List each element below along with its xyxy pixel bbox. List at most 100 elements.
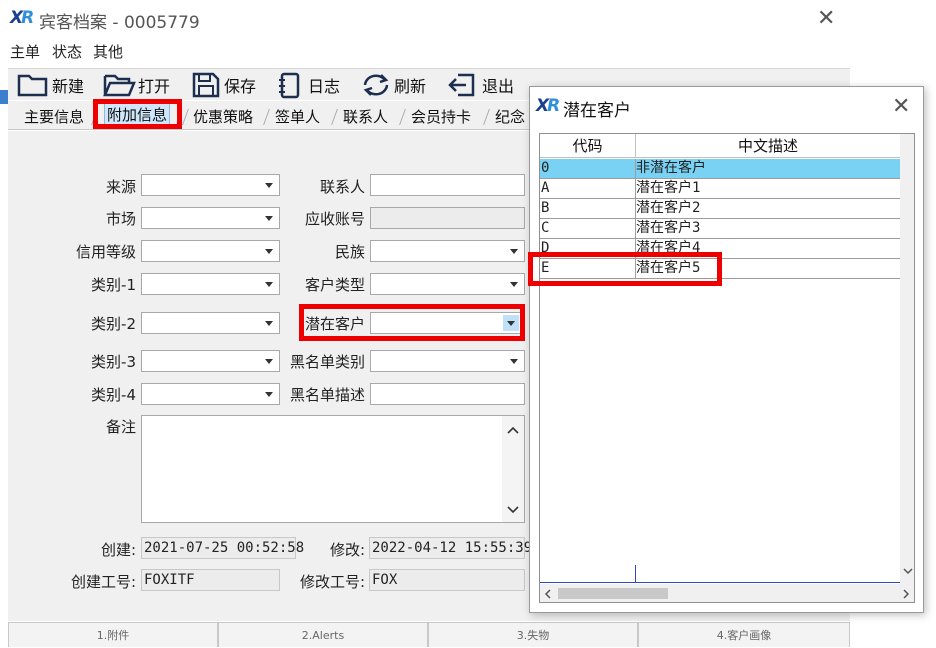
contact-field[interactable] [370, 174, 525, 196]
log-button[interactable]: 日志 [276, 69, 340, 101]
tab-separator [399, 109, 406, 125]
table-row[interactable]: B 潜在客户2 [540, 199, 900, 219]
row-code: D [540, 239, 636, 258]
code-grid: 代码 中文描述 0 非潜在客户 A 潜在客户1 B 潜在客户2 C 潜在客户3 … [539, 133, 915, 603]
customer-type-select[interactable] [370, 273, 525, 295]
chevron-right-icon[interactable] [902, 589, 910, 599]
tab-separator [263, 109, 270, 125]
column-header-code[interactable]: 代码 [540, 134, 636, 158]
grid-vertical-scrollbar[interactable] [900, 134, 914, 584]
category-4-select[interactable] [141, 383, 280, 405]
chevron-down-icon [510, 282, 518, 287]
receivable-account-field[interactable] [370, 207, 525, 229]
category-1-select[interactable] [141, 273, 280, 295]
modified-label: 修改: [329, 541, 365, 559]
tab-additional-info[interactable]: 附加信息 [104, 103, 171, 127]
receivable-account-label: 应收账号 [304, 210, 365, 228]
left-edge-marker [0, 90, 8, 104]
exit-button[interactable]: 退出 [446, 69, 514, 101]
grid-horizontal-scrollbar[interactable] [540, 584, 914, 602]
tab-contacts[interactable]: 联系人 [343, 106, 388, 127]
tab-customer-profile[interactable]: 4.客户画像 [638, 622, 850, 647]
created-label: 创建: [100, 541, 136, 559]
blacklist-type-select[interactable] [370, 350, 525, 372]
tab-member-card[interactable]: 会员持卡 [411, 106, 471, 127]
chevron-down-icon[interactable] [903, 567, 913, 575]
menu-main[interactable]: 主单 [10, 41, 40, 62]
save-label: 保存 [224, 77, 257, 96]
blacklist-desc-field[interactable] [370, 383, 525, 405]
popup-close-icon[interactable]: ✕ [892, 96, 910, 118]
tab-separator [483, 109, 490, 125]
open-button[interactable]: 打开 [102, 69, 170, 101]
bottom-tab-bar: 1.附件 2.Alerts 3.失物 4.客户画像 [8, 622, 850, 647]
tab-alerts[interactable]: 2.Alerts [218, 622, 428, 647]
chevron-left-icon[interactable] [544, 589, 552, 599]
menu-bar: 主单 状态 其他 [0, 38, 850, 64]
grid-footer-divider [635, 565, 636, 583]
column-header-desc[interactable]: 中文描述 [636, 134, 900, 158]
open-label: 打开 [138, 77, 171, 96]
row-code: C [540, 219, 636, 238]
category-2-label: 类别-2 [91, 315, 136, 333]
tab-anniversary[interactable]: 纪念 [495, 106, 525, 127]
tab-attachments[interactable]: 1.附件 [8, 622, 218, 647]
folder-icon [17, 74, 48, 97]
category-1-label: 类别-1 [91, 276, 136, 294]
blacklist-desc-label: 黑名单描述 [289, 386, 365, 404]
credit-level-select[interactable] [141, 240, 280, 262]
chevron-down-icon[interactable] [507, 506, 519, 514]
table-row[interactable]: A 潜在客户1 [540, 179, 900, 199]
ethnicity-select[interactable] [370, 240, 525, 262]
tab-separator [182, 109, 189, 125]
menu-status[interactable]: 状态 [52, 41, 82, 62]
row-code: A [540, 179, 636, 198]
ethnicity-label: 民族 [334, 243, 365, 261]
table-row[interactable]: 0 非潜在客户 [540, 159, 900, 179]
row-code: B [540, 199, 636, 218]
potential-customer-popup: XR 潜在客户 ✕ 代码 中文描述 0 非潜在客户 A 潜在客户1 B 潜在客户… [529, 86, 924, 613]
category-3-select[interactable] [141, 350, 280, 372]
modifier-id-value: FOX [369, 569, 525, 591]
potential-customer-select[interactable] [370, 312, 522, 334]
row-code: E [540, 259, 636, 278]
remark-label: 备注 [105, 418, 136, 436]
contact-label: 联系人 [319, 178, 365, 196]
category-2-select[interactable] [141, 312, 280, 334]
menu-other[interactable]: 其他 [93, 41, 123, 62]
table-row[interactable]: C 潜在客户3 [540, 219, 900, 239]
tab-main-info[interactable]: 主要信息 [24, 106, 84, 127]
remark-textarea[interactable] [141, 415, 525, 523]
popup-title: 潜在客户 [563, 101, 631, 121]
tab-discount-policy[interactable]: 优惠策略 [193, 106, 253, 127]
app-logo-icon: XR [536, 96, 560, 116]
remark-scrollbar[interactable] [502, 416, 524, 522]
blacklist-type-label: 黑名单类别 [289, 353, 365, 371]
refresh-label: 刷新 [394, 77, 427, 96]
scroll-thumb[interactable] [558, 588, 668, 599]
customer-type-label: 客户类型 [304, 276, 365, 294]
created-value: 2021-07-25 00:52:58 [141, 537, 304, 559]
category-3-label: 类别-3 [91, 353, 136, 371]
tab-signer[interactable]: 签单人 [275, 106, 320, 127]
source-label: 来源 [105, 178, 136, 196]
save-button[interactable]: 保存 [190, 69, 256, 101]
potential-customer-label: 潜在客户 [304, 315, 365, 333]
row-code: 0 [540, 159, 636, 178]
source-select[interactable] [141, 174, 280, 196]
save-icon [192, 72, 220, 98]
tab-lost-items[interactable]: 3.失物 [428, 622, 638, 647]
credit-level-label: 信用等级 [75, 243, 136, 261]
table-row[interactable]: E 潜在客户5 [540, 259, 900, 279]
new-button[interactable]: 新建 [16, 69, 84, 101]
chevron-up-icon[interactable] [507, 426, 519, 434]
close-icon[interactable]: ✕ [817, 8, 835, 30]
row-desc: 潜在客户5 [636, 260, 701, 276]
refresh-button[interactable]: 刷新 [360, 69, 426, 101]
window-title: 宾客档案 - 0005779 [39, 13, 200, 33]
market-select[interactable] [141, 207, 280, 229]
row-desc: 潜在客户4 [636, 240, 701, 256]
table-row[interactable]: D 潜在客户4 [540, 239, 900, 259]
exit-icon [448, 73, 475, 97]
modified-value: 2022-04-12 15:55:39 [369, 537, 532, 559]
